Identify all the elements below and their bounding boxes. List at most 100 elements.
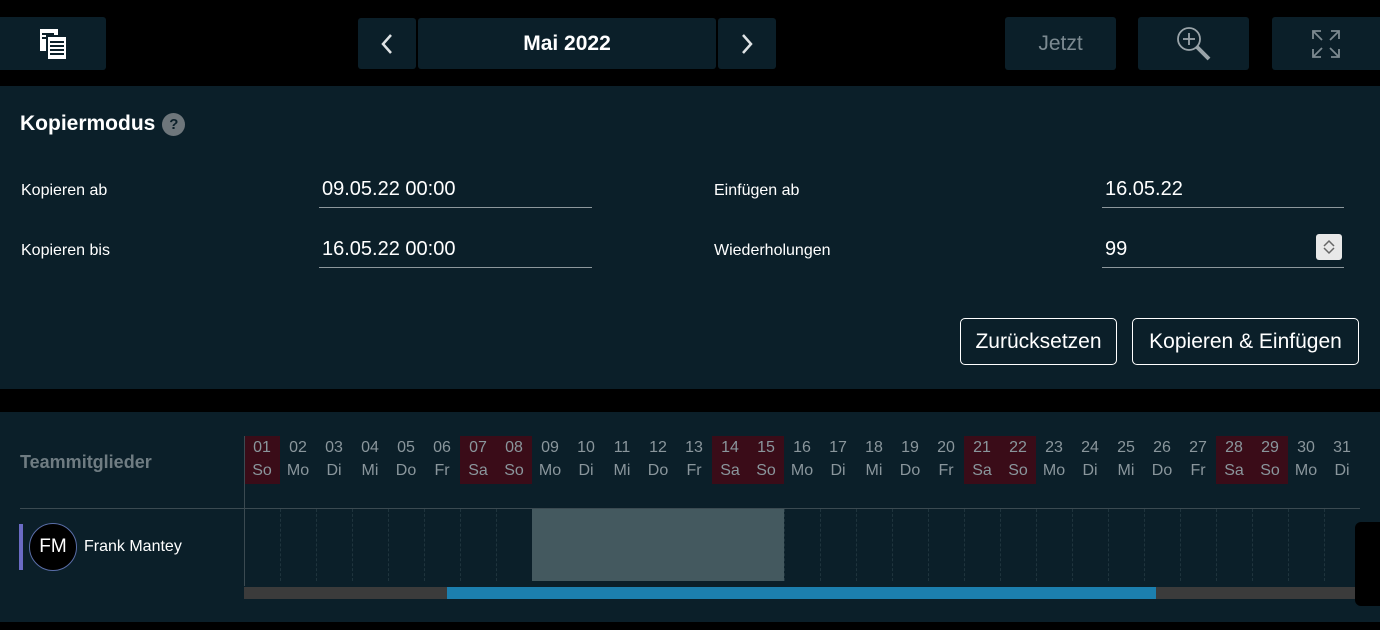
day-column-header: 16 Mo: [784, 436, 820, 484]
horizontal-scrollbar[interactable]: [244, 587, 1356, 599]
day-number: 17: [829, 439, 847, 456]
day-number: 15: [757, 439, 775, 456]
day-number: 25: [1117, 439, 1135, 456]
avatar[interactable]: FM: [29, 523, 77, 571]
day-number: 02: [289, 439, 307, 456]
copy-to-input[interactable]: 16.05.22 00:00: [319, 234, 592, 268]
day-number: 26: [1153, 439, 1171, 456]
copy-from-input[interactable]: 09.05.22 00:00: [319, 174, 592, 208]
day-gridline: [388, 509, 389, 581]
day-number: 08: [505, 439, 523, 456]
now-button[interactable]: Jetzt: [1005, 17, 1116, 70]
day-gridline: [496, 509, 497, 581]
day-number: 03: [325, 439, 343, 456]
day-gridline: [820, 509, 821, 581]
day-column-header: 05 Do: [388, 436, 424, 484]
day-number: 04: [361, 439, 379, 456]
day-number: 05: [397, 439, 415, 456]
current-month-label[interactable]: Mai 2022: [418, 18, 716, 69]
day-column-header: 08 So: [496, 436, 532, 484]
day-number: 09: [541, 439, 559, 456]
day-weekday: Mi: [1117, 462, 1135, 479]
paste-from-input[interactable]: 16.05.22: [1102, 174, 1344, 208]
day-number: 23: [1045, 439, 1063, 456]
day-column-header: 27 Fr: [1180, 436, 1216, 484]
copy-mode-title-text: Kopiermodus: [20, 112, 156, 135]
day-weekday: Do: [1151, 462, 1173, 479]
day-column-header: 25 Mi: [1108, 436, 1144, 484]
member-name[interactable]: Frank Mantey: [84, 538, 182, 556]
day-gridline: [1072, 509, 1073, 581]
day-column-header: 30 Mo: [1288, 436, 1324, 484]
day-weekday: Mi: [613, 462, 631, 479]
repeat-value: 99: [1105, 238, 1128, 260]
reset-button[interactable]: Zurücksetzen: [960, 318, 1117, 365]
day-gridline: [1324, 509, 1325, 581]
day-number: 24: [1081, 439, 1099, 456]
day-number: 21: [973, 439, 991, 456]
day-gridline: [424, 509, 425, 581]
repeat-input[interactable]: 99: [1102, 234, 1344, 268]
zoom-button[interactable]: [1138, 17, 1249, 70]
fullscreen-button[interactable]: [1272, 17, 1380, 70]
day-gridline: [928, 509, 929, 581]
day-column-header: 09 Mo: [532, 436, 568, 484]
day-column-header: 24 Di: [1072, 436, 1108, 484]
chevron-up-icon: [1323, 239, 1335, 247]
fullscreen-icon: [1312, 29, 1340, 58]
day-gridline: [1180, 509, 1181, 581]
day-number: 29: [1261, 439, 1279, 456]
day-weekday: Fr: [686, 462, 702, 479]
day-column-header: 23 Mo: [1036, 436, 1072, 484]
day-weekday: Mo: [1042, 462, 1066, 479]
day-number: 01: [253, 439, 271, 456]
help-icon[interactable]: ?: [162, 112, 186, 136]
day-weekday: Di: [326, 462, 342, 479]
day-gridline: [1216, 509, 1217, 581]
day-column-header: 10 Di: [568, 436, 604, 484]
day-number: 27: [1189, 439, 1207, 456]
copy-paste-button[interactable]: Kopieren & Einfügen: [1132, 318, 1359, 365]
day-column-header: 14 Sa: [712, 436, 748, 484]
repeat-stepper[interactable]: [1316, 234, 1342, 260]
day-column-header: 29 So: [1252, 436, 1288, 484]
day-gridline: [1144, 509, 1145, 581]
day-column-header: 04 Mi: [352, 436, 388, 484]
day-column-header: 17 Di: [820, 436, 856, 484]
day-number: 11: [613, 439, 631, 456]
chevron-right-icon: [742, 33, 753, 54]
day-column-header: 21 Sa: [964, 436, 1000, 484]
day-gridline: [1288, 509, 1289, 581]
day-number: 18: [865, 439, 883, 456]
timeline-panel: Teammitglieder 01 So 02 Mo 03 Di 04 Mi 05 Do 06 Fr 0…: [0, 412, 1380, 622]
previous-month-button[interactable]: [358, 18, 416, 69]
scrollbar-thumb[interactable]: [447, 587, 1156, 599]
day-weekday: Do: [647, 462, 669, 479]
copy-mode-button[interactable]: [0, 17, 106, 70]
next-month-button[interactable]: [718, 18, 776, 69]
day-weekday: Mi: [361, 462, 379, 479]
day-gridline: [856, 509, 857, 581]
day-column-header: 13 Fr: [676, 436, 712, 484]
day-weekday: So: [1008, 462, 1028, 479]
day-number: 13: [685, 439, 703, 456]
day-gridline: [1108, 509, 1109, 581]
day-gridline: [280, 509, 281, 581]
row-divider: [20, 508, 1360, 509]
day-column-header: 28 Sa: [1216, 436, 1252, 484]
day-weekday: Fr: [938, 462, 954, 479]
side-panel-handle[interactable]: [1355, 522, 1380, 606]
day-number: 14: [721, 439, 739, 456]
day-column-header: 02 Mo: [280, 436, 316, 484]
selected-copy-range[interactable]: [532, 509, 784, 581]
day-weekday: Mo: [1294, 462, 1318, 479]
day-weekday: Sa: [972, 462, 992, 479]
day-gridline: [460, 509, 461, 581]
member-color-indicator: [19, 524, 23, 570]
day-column-header: 19 Do: [892, 436, 928, 484]
day-number: 12: [649, 439, 667, 456]
day-weekday: Sa: [468, 462, 488, 479]
day-weekday: Di: [1082, 462, 1098, 479]
day-column-header: 07 Sa: [460, 436, 496, 484]
day-number: 07: [469, 439, 487, 456]
